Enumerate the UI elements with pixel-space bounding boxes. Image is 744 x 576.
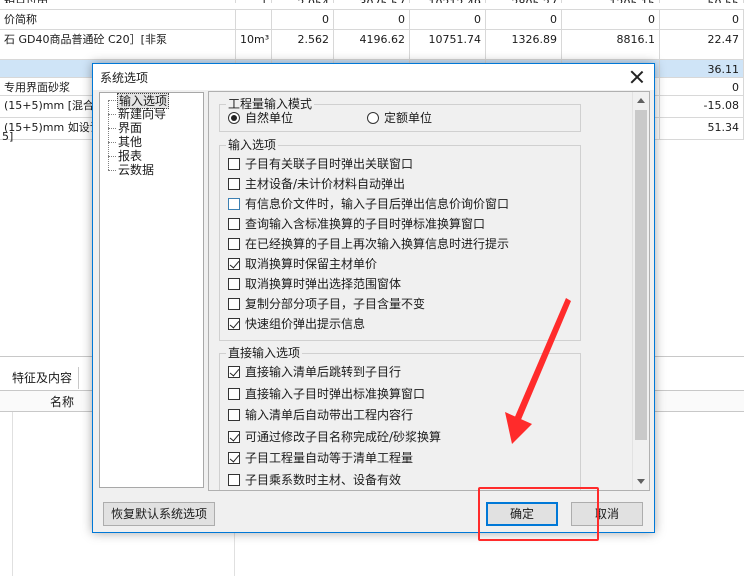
checkbox-label: 直接输入清单后跳转到子目行 [245, 365, 402, 379]
options-panel: 工程量输入模式 自然单位 定额单位 输入选项 子目有关联子目时弹出关联窗口 主材设… [208, 91, 650, 491]
table-cell: 0 [660, 78, 744, 95]
checkbox-label: 输入清单后自动带出工程内容行 [245, 408, 414, 423]
table-row[interactable]: 石 GD40商品普通砼 C20］[非泵 10m³ 2.562 4196.62 10751… [0, 30, 744, 60]
tree-connector [108, 128, 116, 129]
row-continuation-text: 5] [2, 130, 14, 143]
checkbox[interactable] [228, 298, 240, 310]
checkbox-label: 主材设备/未计价材料自动弹出 [245, 177, 406, 191]
table-cell: 10212.49 [410, 0, 486, 3]
vertical-scrollbar[interactable] [632, 92, 649, 490]
scroll-down-icon[interactable] [637, 479, 645, 484]
tree-item-cloud-data[interactable]: 云数据 [118, 163, 154, 177]
checkbox-label: 在已经换算的子目上再次输入换算信息时进行提示 [245, 237, 510, 251]
tree-item-reports[interactable]: 报表 [118, 149, 142, 163]
checkbox[interactable] [228, 278, 240, 290]
tree-connector [108, 156, 116, 157]
table-cell: 1205.15 [562, 0, 660, 3]
table-cell: 0 [272, 10, 334, 29]
checkbox-label: 复制分部分项子目，子目含量不变 [245, 297, 426, 311]
table-cell: 51.34 [660, 118, 744, 139]
options-tree: 输入选项 新建向导 界面 其他 报表 云数据 [99, 92, 204, 488]
dialog-titlebar[interactable]: 系统选项 [93, 64, 654, 90]
radio-button[interactable] [367, 112, 379, 124]
table-cell: 价简称 [0, 10, 236, 29]
checkbox-label: 有信息价文件时，输入子目后弹出信息价询价窗口 [245, 197, 510, 211]
close-icon[interactable] [628, 68, 646, 86]
checkbox[interactable] [228, 198, 240, 210]
column-name-header: 名称 [50, 395, 75, 409]
restore-defaults-button[interactable]: 恢复默认系统选项 [103, 502, 215, 526]
radio-label: 自然单位 [245, 111, 294, 125]
table-cell: 0 [562, 10, 660, 29]
column-divider [12, 412, 13, 576]
checkbox[interactable] [228, 452, 240, 465]
table-cell: 4196.62 [334, 30, 410, 59]
radio-label: 定额单位 [384, 111, 433, 125]
scroll-thumb[interactable] [635, 110, 647, 440]
table-cell: 2.562 [272, 30, 334, 59]
radio-button[interactable] [228, 112, 240, 124]
table-cell: 相日以内 [0, 0, 236, 3]
checkbox[interactable] [228, 258, 240, 270]
checkbox[interactable] [228, 387, 240, 400]
tree-connector [108, 114, 116, 115]
checkbox-label: 可通过修改子目名称完成砼/砂浆换算 [245, 429, 442, 444]
table-cell [236, 10, 272, 29]
table-cell: 3075.57 [334, 0, 410, 3]
tree-connector [108, 170, 116, 171]
checkbox[interactable] [228, 409, 240, 422]
direct-input-options-group: 直接输入选项 直接输入清单后跳转到子目行直接输入子目时弹出标准换算窗口 输入清单后… [219, 345, 581, 490]
checkbox-label: 子目乘系数时主材、设备有效 [245, 473, 402, 487]
checkbox-label: 直接输入子目时弹出标准换算窗口 [245, 386, 426, 401]
table-cell: 10751.74 [410, 30, 486, 59]
table-cell: 8816.1 [562, 30, 660, 59]
checkbox-label: 子目工程量自动等于清单工程量 [245, 451, 414, 466]
highlight-box [478, 487, 599, 541]
tab-features[interactable]: 特征及内容 [6, 367, 80, 389]
table-cell: 石 GD40商品普通砼 C20］[非泵 [0, 30, 236, 59]
table-row[interactable]: 价简称 0 0 0 0 0 0 [0, 10, 744, 30]
checkbox[interactable] [228, 430, 240, 443]
table-cell: 10m³ [236, 30, 272, 59]
table-cell: 2805.27 [486, 0, 562, 3]
checkbox[interactable] [228, 158, 240, 170]
table-cell: 22.47 [660, 30, 744, 59]
tree-item-other[interactable]: 其他 [118, 135, 142, 149]
table-cell: 1326.89 [486, 30, 562, 59]
checkbox[interactable] [228, 366, 240, 378]
input-mode-group: 工程量输入模式 自然单位 定额单位 [219, 96, 581, 132]
checkbox-label: 快速组价弹出提示信息 [245, 317, 366, 331]
table-cell: 0 [410, 10, 486, 29]
checkbox-label: 查询输入含标准换算的子目时弹标准换算窗口 [245, 217, 486, 231]
checkbox-label: 取消换算时弹出选择范围窗体 [245, 277, 402, 291]
table-cell: -15.08 [660, 96, 744, 117]
table-cell: 0 [660, 10, 744, 29]
checkbox-label: 子目有关联子目时弹出关联窗口 [245, 157, 414, 171]
dialog-title: 系统选项 [100, 71, 149, 85]
checkbox[interactable] [228, 178, 240, 190]
scroll-up-icon[interactable] [637, 98, 645, 103]
input-options-group: 输入选项 子目有关联子目时弹出关联窗口 主材设备/未计价材料自动弹出有信息价文件时… [219, 137, 581, 341]
table-cell: 36.11 [660, 60, 744, 77]
table-cell: 50.55 [660, 0, 744, 3]
table-cell: [ [236, 0, 272, 3]
checkbox[interactable] [228, 218, 240, 230]
tree-connector [108, 100, 109, 170]
tree-connector [108, 142, 116, 143]
checkbox[interactable] [228, 238, 240, 250]
system-options-dialog: 系统选项 输入选项 新建向导 界面 其他 报表 云数据 工程量输入模式 自然单位… [92, 63, 655, 533]
table-cell: 0 [486, 10, 562, 29]
input-options-title: 输入选项 [226, 137, 279, 153]
checkbox[interactable] [228, 318, 240, 330]
table-row[interactable]: 相日以内[2.0543075.5710212.492805.271205.155… [0, 0, 744, 10]
checkbox-label: 取消换算时保留主材单价 [245, 257, 378, 271]
direct-options-title: 直接输入选项 [226, 345, 303, 361]
table-cell: 2.054 [272, 0, 334, 3]
tree-item-new-wizard[interactable]: 新建向导 [118, 107, 166, 121]
tree-connector [108, 100, 116, 101]
tree-item-interface[interactable]: 界面 [118, 121, 142, 135]
table-cell: 0 [334, 10, 410, 29]
checkbox[interactable] [228, 474, 240, 486]
